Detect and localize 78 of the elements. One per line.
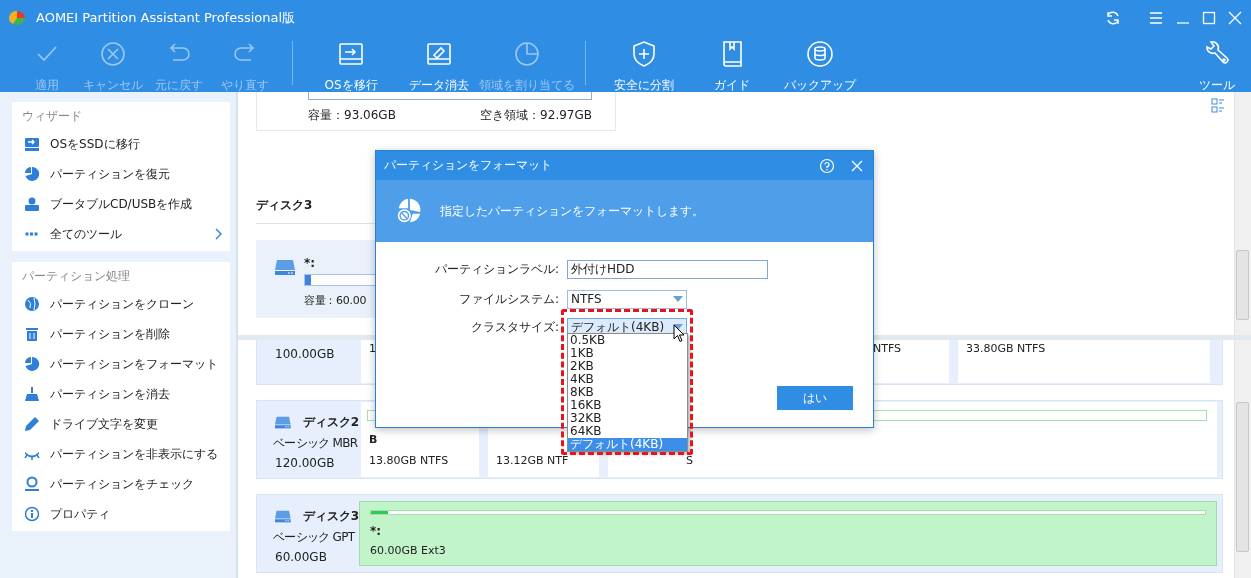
caret-icon — [673, 296, 683, 302]
help-icon[interactable] — [819, 157, 835, 174]
partition-cell[interactable]: 33.80GB NTFS — [958, 340, 1210, 383]
dots-icon — [25, 232, 38, 236]
partition-name: *: — [370, 524, 383, 538]
disk-type: ベーシック GPT — [273, 529, 356, 546]
field-label: ファイルシステム: — [457, 290, 559, 308]
section-title: ウィザード — [21, 108, 83, 125]
dropdown[interactable]: NTFS — [567, 289, 687, 309]
trash-icon — [24, 326, 40, 342]
partition-detail: 1 — [369, 342, 377, 355]
drive-icon — [275, 260, 295, 275]
section-title: パーティション処理 — [21, 268, 131, 285]
field-label: クラスタサイズ: — [469, 318, 559, 336]
window-title: AOMEI Partition Assistant Professional版 — [36, 8, 296, 27]
dropdown-option[interactable]: 1KB — [568, 347, 687, 360]
partition-block[interactable]: *: 60.00GB Ext3 — [359, 501, 1217, 566]
sidebar-item[interactable]: パーティションをフォーマット — [12, 349, 230, 379]
partition-detail: S — [685, 454, 694, 467]
disk-name: ディスク2 — [302, 413, 359, 431]
partition-detail: 13.12GB NTF — [496, 454, 570, 467]
input-field[interactable]: 外付けHDD — [567, 259, 768, 279]
refresh-icon[interactable] — [1105, 9, 1121, 26]
close-icon[interactable] — [1227, 9, 1243, 26]
disk-size: 60.00GB — [275, 550, 328, 564]
disk-name: ディスク3 — [302, 507, 359, 525]
capacity-text: 容量：60.00 — [304, 293, 367, 308]
scrollbar-thumb[interactable] — [1236, 402, 1249, 552]
sidebar-item[interactable]: パーティションを削除 — [12, 319, 230, 349]
sidebar-item[interactable]: OSをSSDに移行 — [12, 129, 230, 159]
drive-person-icon — [24, 196, 40, 212]
sidebar-item[interactable]: 全てのツール — [12, 219, 230, 249]
sidebar-item[interactable]: パーティションを復元 — [12, 159, 230, 189]
menu-icon[interactable] — [1148, 9, 1164, 26]
sidebar-item[interactable]: ブータブルCD/USBを作成 — [12, 189, 230, 219]
info-icon — [24, 506, 40, 522]
dialog-message: 指定したパーティションをフォーマットします。 — [440, 202, 704, 220]
partition-detail: 60.00GB Ext3 — [370, 544, 447, 557]
partition-name: B — [369, 433, 379, 447]
partition-cell[interactable]: B 13.80GB NTFS — [361, 427, 479, 477]
dropdown-option[interactable]: 16KB — [568, 399, 687, 412]
capacity-text: 容量：93.06GB — [308, 107, 396, 124]
disk-size: 120.00GB — [275, 456, 336, 470]
pie-chart-icon — [24, 166, 40, 182]
scrollbar[interactable] — [1234, 340, 1251, 578]
globe-icon — [24, 296, 40, 312]
disk-size: 100.00GB — [275, 347, 336, 361]
disk-type: ベーシック MBR — [273, 435, 359, 452]
app-logo-icon — [7, 9, 27, 26]
sidebar-item[interactable]: ドライブ文字を変更 — [12, 409, 230, 439]
broom-icon — [24, 386, 40, 402]
search-icon — [24, 476, 40, 492]
drive-icon — [275, 508, 291, 524]
scrollbar-thumb[interactable] — [1236, 250, 1249, 320]
scrollbar[interactable] — [1234, 92, 1251, 335]
sidebar-item[interactable]: パーティションをクローン — [12, 289, 230, 319]
partition-name: *: — [304, 256, 316, 270]
sidebar-item[interactable]: プロパティ — [12, 499, 230, 529]
dropdown-option[interactable]: 2KB — [568, 360, 687, 373]
sidebar-item[interactable]: パーティションを非表示にする — [12, 439, 230, 469]
database-icon — [804, 38, 836, 70]
pencil-icon — [24, 416, 40, 432]
dialog-title: パーティションをフォーマット — [384, 157, 553, 174]
field-label: パーティションラベル: — [433, 260, 559, 278]
pie-chart-icon — [24, 356, 40, 372]
drive-arrow-icon — [24, 136, 40, 152]
partition-detail: NTFS — [873, 342, 903, 355]
drive-icon — [275, 414, 291, 430]
partition-detail: 13.80GB NTFS — [369, 454, 450, 467]
dropdown-option[interactable]: 8KB — [568, 386, 687, 399]
dropdown-option[interactable]: 32KB — [568, 412, 687, 425]
sidebar-item[interactable]: パーティションを消去 — [12, 379, 230, 409]
disk-title: ディスク3 — [256, 198, 313, 212]
sidebar-item[interactable]: パーティションをチェック — [12, 469, 230, 499]
maximize-icon[interactable] — [1201, 9, 1217, 26]
dropdown-option[interactable]: 4KB — [568, 373, 687, 386]
free-space-text: 空き領域：92.97GB — [480, 107, 592, 124]
partition-detail: 33.80GB NTFS — [966, 342, 1047, 355]
